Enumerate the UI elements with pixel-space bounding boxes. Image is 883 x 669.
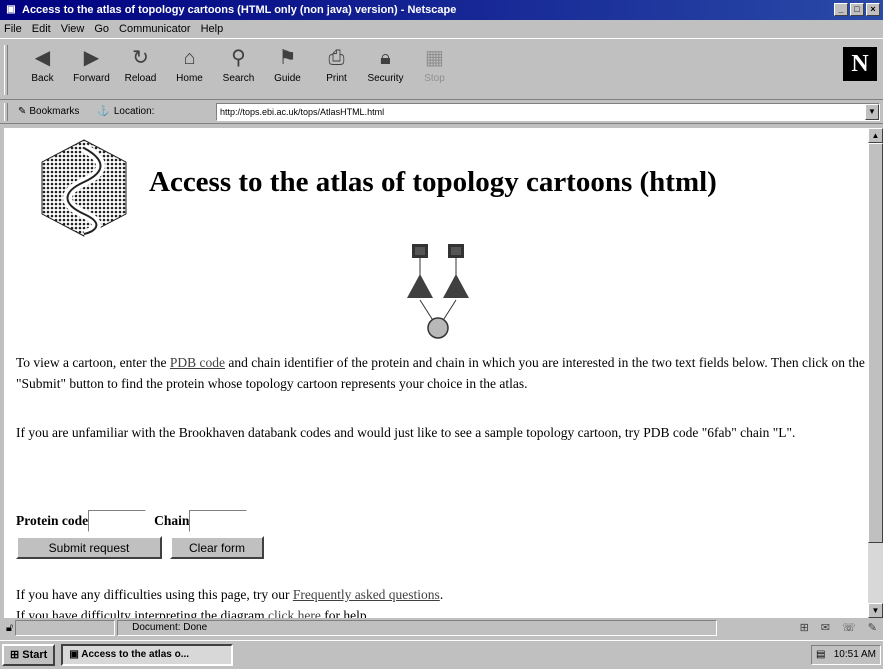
- component-bar-mail-icon[interactable]: ✉: [821, 621, 830, 634]
- menu-help[interactable]: Help: [201, 23, 224, 35]
- click-here-link[interactable]: click here: [268, 608, 321, 618]
- windows-taskbar: ⊞ Start ▣ Access to the atlas o... ▤ 10:…: [0, 640, 883, 669]
- bookmarks-icon: ✎: [18, 106, 27, 117]
- location-label: Location:: [113, 106, 155, 117]
- stop-icon: ▦: [425, 47, 444, 69]
- tray-network-icon[interactable]: ▤: [816, 646, 825, 664]
- location-toolbar: ✎ Bookmarks ⚓ Location: http://tops.ebi.…: [0, 100, 883, 124]
- clear-form-button[interactable]: Clear form: [170, 536, 264, 559]
- forward-label: Forward: [73, 73, 110, 84]
- stop-button[interactable]: ▦ Stop: [410, 45, 459, 84]
- reload-button[interactable]: ↻ Reload: [116, 45, 165, 84]
- tops-logo-image: [41, 139, 127, 238]
- help-paragraph-diagram: If you have difficulty interpreting the …: [16, 605, 866, 618]
- security-icon: 🔒︎: [380, 47, 391, 69]
- page-title: Access to the atlas of topology cartoons…: [149, 166, 717, 198]
- security-lock-icon[interactable]: 🔓︎: [6, 622, 13, 635]
- component-bar-navigator-icon[interactable]: ⊞: [800, 621, 809, 634]
- protein-code-label: Protein code: [16, 513, 89, 528]
- netscape-task-icon: ▣: [69, 649, 79, 660]
- reload-label: Reload: [124, 73, 157, 84]
- help2-text-b: for help.: [320, 608, 370, 618]
- back-arrow-icon: ◀: [34, 47, 51, 69]
- system-tray: ▤ 10:51 AM: [811, 645, 881, 665]
- back-button[interactable]: ◀ Back: [18, 45, 67, 84]
- navigation-toolbar: ◀ Back ▶ Forward ↻ Reload ⌂ Home ⚲ Searc…: [0, 38, 883, 100]
- status-text: Document: Done: [117, 620, 718, 636]
- minimize-button[interactable]: _: [834, 3, 848, 16]
- netscape-window-icon: ▣: [6, 4, 16, 15]
- help2-text-a: If you have difficulty interpreting the …: [16, 608, 269, 618]
- component-bar-composer-icon[interactable]: ✎: [868, 621, 877, 634]
- component-bar-discussion-icon[interactable]: ☏: [842, 621, 856, 634]
- help-paragraph-faq: If you have any difficulties using this …: [16, 584, 866, 605]
- security-label: Security: [367, 73, 404, 84]
- start-button[interactable]: ⊞ Start: [2, 644, 56, 666]
- menu-bar: File Edit View Go Communicator Help: [0, 20, 883, 38]
- scroll-thumb[interactable]: [868, 143, 883, 543]
- chain-input[interactable]: [189, 510, 248, 532]
- protein-code-input[interactable]: [88, 510, 147, 532]
- window-title-bar[interactable]: ▣ Access to the atlas of topology cartoo…: [0, 0, 883, 20]
- clock[interactable]: 10:51 AM: [834, 649, 876, 660]
- window-title: Access to the atlas of topology cartoons…: [22, 4, 457, 16]
- location-grip[interactable]: [4, 102, 8, 121]
- menu-view[interactable]: View: [61, 23, 85, 35]
- menu-go[interactable]: Go: [94, 23, 109, 35]
- home-icon: ⌂: [183, 47, 196, 69]
- url-dropdown-button[interactable]: ▼: [865, 104, 879, 120]
- search-button[interactable]: ⚲ Search: [214, 45, 263, 84]
- scroll-down-button[interactable]: ▼: [868, 603, 883, 618]
- back-label: Back: [31, 73, 54, 84]
- security-button[interactable]: 🔒︎ Security: [361, 45, 410, 84]
- progress-cell: [15, 620, 116, 636]
- bookmarks-label: Bookmarks: [29, 106, 80, 117]
- help1-text-a: If you have any difficulties using this …: [16, 587, 293, 602]
- faq-link[interactable]: Frequently asked questions: [293, 587, 440, 602]
- guide-button[interactable]: ⚑ Guide: [263, 45, 312, 84]
- location-label-group: ⚓ Location:: [97, 106, 154, 117]
- cartoon-search-form: Protein code Chain Submit request Clear …: [16, 510, 264, 559]
- forward-button[interactable]: ▶ Forward: [67, 45, 116, 84]
- search-label: Search: [222, 73, 255, 84]
- vertical-scrollbar[interactable]: ▲ ▼: [868, 128, 883, 618]
- url-text: http://tops.ebi.ac.uk/tops/AtlasHTML.htm…: [220, 107, 385, 117]
- home-button[interactable]: ⌂ Home: [165, 45, 214, 84]
- netscape-logo[interactable]: N: [843, 47, 877, 81]
- url-field[interactable]: http://tops.ebi.ac.uk/tops/AtlasHTML.htm…: [216, 103, 880, 121]
- toolbar-grip[interactable]: [4, 45, 8, 95]
- topology-cartoon-image: [407, 244, 469, 339]
- guide-icon: ⚑: [278, 47, 297, 69]
- page-proxy-icon[interactable]: ⚓: [97, 106, 109, 117]
- page-content: Access to the atlas of topology cartoons…: [4, 128, 868, 618]
- chain-label: Chain: [154, 513, 190, 528]
- intro-paragraph: To view a cartoon, enter the PDB code an…: [16, 352, 866, 394]
- scroll-up-button[interactable]: ▲: [868, 128, 883, 143]
- maximize-button[interactable]: □: [850, 3, 864, 16]
- menu-edit[interactable]: Edit: [32, 23, 51, 35]
- pdb-code-link[interactable]: PDB code: [170, 355, 225, 370]
- status-bar: 🔓︎ Document: Done ⊞ ✉ ☏ ✎: [0, 618, 883, 638]
- start-label: Start: [22, 649, 48, 661]
- taskbar-item-netscape[interactable]: ▣ Access to the atlas o...: [61, 644, 234, 666]
- print-label: Print: [326, 73, 347, 84]
- search-icon: ⚲: [231, 47, 246, 69]
- help1-text-b: .: [439, 587, 444, 602]
- stop-label: Stop: [424, 73, 445, 84]
- menu-communicator[interactable]: Communicator: [119, 23, 191, 35]
- forward-arrow-icon: ▶: [83, 47, 100, 69]
- bookmarks-button[interactable]: ✎ Bookmarks: [18, 106, 79, 117]
- submit-request-button[interactable]: Submit request: [16, 536, 162, 559]
- home-label: Home: [176, 73, 203, 84]
- guide-label: Guide: [274, 73, 301, 84]
- reload-icon: ↻: [132, 47, 149, 69]
- print-button[interactable]: ⎙ Print: [312, 45, 361, 84]
- close-button[interactable]: ×: [866, 3, 880, 16]
- sample-paragraph: If you are unfamiliar with the Brookhave…: [16, 425, 796, 440]
- print-icon: ⎙: [328, 47, 345, 69]
- taskbar-item-label: Access to the atlas o...: [81, 649, 190, 660]
- windows-logo-icon: ⊞: [10, 649, 20, 661]
- intro-text-a: To view a cartoon, enter the: [16, 355, 170, 370]
- menu-file[interactable]: File: [4, 23, 22, 35]
